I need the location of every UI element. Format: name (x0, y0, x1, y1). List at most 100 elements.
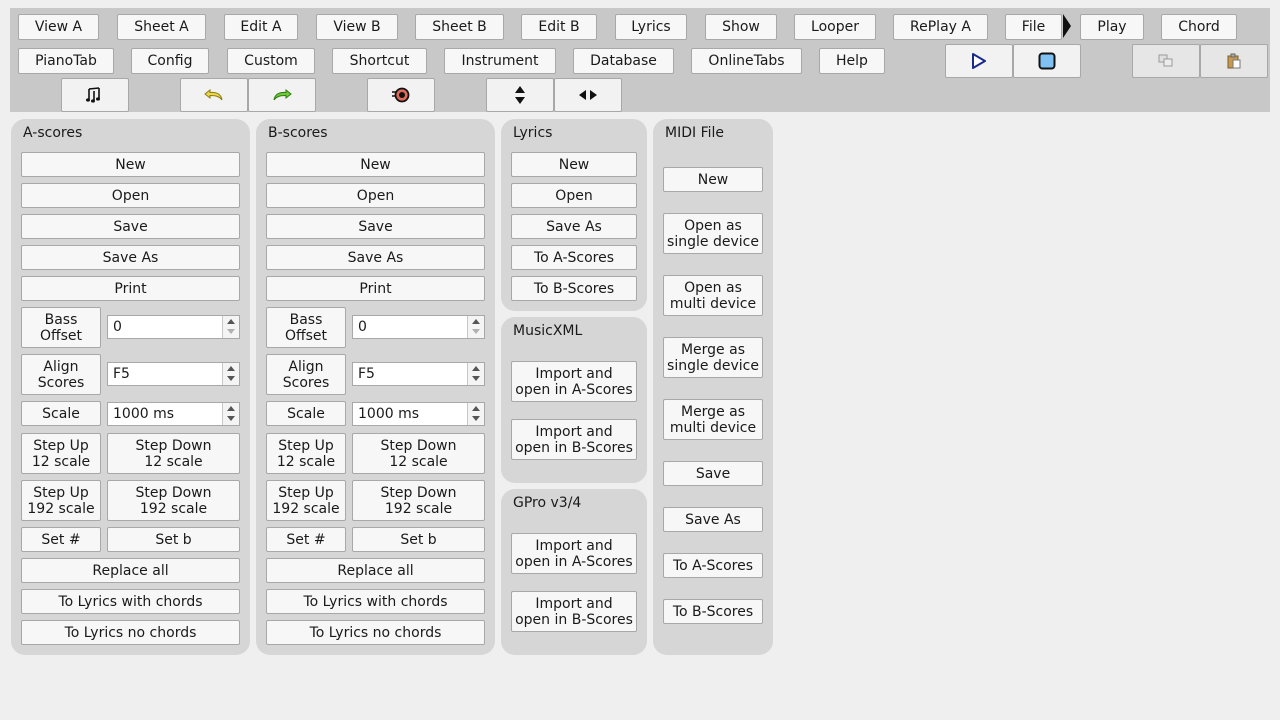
stop-button[interactable] (1013, 44, 1081, 78)
bscores-bass-offset-button[interactable]: Bass Offset (266, 307, 346, 348)
play-icon (971, 37, 987, 85)
spin-down-icon[interactable] (472, 329, 480, 334)
ascores-bass-offset-button[interactable]: Bass Offset (21, 307, 101, 348)
midi-open-multi-button[interactable]: Open as multi device (663, 275, 763, 316)
ascores-scale-button[interactable]: Scale (21, 401, 101, 426)
menu-config[interactable]: Config (131, 48, 209, 74)
bscores-to-lyrics-no-chords-button[interactable]: To Lyrics no chords (266, 620, 485, 645)
bscores-set-sharp-button[interactable]: Set # (266, 527, 346, 552)
lyrics-open-button[interactable]: Open (511, 183, 637, 208)
menu-database[interactable]: Database (573, 48, 674, 74)
bscores-align-scores-button[interactable]: Align Scores (266, 354, 346, 395)
bscores-save-button[interactable]: Save (266, 214, 485, 239)
bscores-scale-button[interactable]: Scale (266, 401, 346, 426)
ascores-to-lyrics-no-chords-button[interactable]: To Lyrics no chords (21, 620, 240, 645)
lyrics-title: Lyrics (513, 125, 553, 141)
spin-down-icon[interactable] (472, 416, 480, 421)
spin-down-icon[interactable] (472, 376, 480, 381)
menu-show[interactable]: Show (705, 14, 777, 40)
menu-custom[interactable]: Custom (227, 48, 315, 74)
menu-onlinetabs[interactable]: OnlineTabs (691, 48, 802, 74)
bscores-align-spinbox[interactable]: F5 (352, 362, 485, 386)
lyrics-save-as-button[interactable]: Save As (511, 214, 637, 239)
lyrics-to-bscores-button[interactable]: To B-Scores (511, 276, 637, 301)
ascores-save-button[interactable]: Save (21, 214, 240, 239)
ascores-step-down-12-button[interactable]: Step Down 12 scale (107, 433, 240, 474)
menu-view-b[interactable]: View B (316, 14, 398, 40)
spin-down-icon[interactable] (227, 416, 235, 421)
menu-edit-a[interactable]: Edit A (224, 14, 298, 40)
bscores-scale-spinbox[interactable]: 1000 ms (352, 402, 485, 426)
bscores-print-button[interactable]: Print (266, 276, 485, 301)
bscores-bass-offset-value: 0 (358, 319, 367, 335)
copy-button[interactable] (1132, 44, 1200, 78)
bscores-new-button[interactable]: New (266, 152, 485, 177)
ascores-step-up-12-button[interactable]: Step Up 12 scale (21, 433, 101, 474)
gpro-import-ascores-button[interactable]: Import and open in A-Scores (511, 533, 637, 574)
lyrics-new-button[interactable]: New (511, 152, 637, 177)
menu-shortcut[interactable]: Shortcut (332, 48, 427, 74)
midi-save-button[interactable]: Save (663, 461, 763, 486)
bscores-bass-offset-spinbox[interactable]: 0 (352, 315, 485, 339)
ascores-set-sharp-button[interactable]: Set # (21, 527, 101, 552)
spin-up-icon[interactable] (472, 319, 480, 324)
ascores-scale-spinbox[interactable]: 1000 ms (107, 402, 240, 426)
ascores-new-button[interactable]: New (21, 152, 240, 177)
vertical-resize-button[interactable] (486, 78, 554, 112)
bscores-set-flat-button[interactable]: Set b (352, 527, 485, 552)
bscores-save-as-button[interactable]: Save As (266, 245, 485, 270)
ascores-bass-offset-spinbox[interactable]: 0 (107, 315, 240, 339)
midi-to-bscores-button[interactable]: To B-Scores (663, 599, 763, 624)
bscores-replace-all-button[interactable]: Replace all (266, 558, 485, 583)
menu-help[interactable]: Help (819, 48, 885, 74)
midi-merge-multi-button[interactable]: Merge as multi device (663, 399, 763, 440)
spin-down-icon[interactable] (227, 329, 235, 334)
spin-up-icon[interactable] (472, 406, 480, 411)
bscores-step-down-12-button[interactable]: Step Down 12 scale (352, 433, 485, 474)
record-button[interactable] (367, 78, 435, 112)
midi-to-ascores-button[interactable]: To A-Scores (663, 553, 763, 578)
menu-edit-b[interactable]: Edit B (521, 14, 597, 40)
midi-save-as-button[interactable]: Save As (663, 507, 763, 532)
midi-open-single-button[interactable]: Open as single device (663, 213, 763, 254)
notes-button[interactable] (61, 78, 129, 112)
bscores-step-up-12-button[interactable]: Step Up 12 scale (266, 433, 346, 474)
menu-looper[interactable]: Looper (794, 14, 876, 40)
horizontal-resize-button[interactable] (554, 78, 622, 112)
ascores-print-button[interactable]: Print (21, 276, 240, 301)
spin-up-icon[interactable] (227, 366, 235, 371)
midi-merge-single-button[interactable]: Merge as single device (663, 337, 763, 378)
bscores-step-down-192-button[interactable]: Step Down 192 scale (352, 480, 485, 521)
spin-down-icon[interactable] (227, 376, 235, 381)
ascores-step-up-192-button[interactable]: Step Up 192 scale (21, 480, 101, 521)
ascores-set-flat-button[interactable]: Set b (107, 527, 240, 552)
spin-up-icon[interactable] (472, 366, 480, 371)
ascores-to-lyrics-chords-button[interactable]: To Lyrics with chords (21, 589, 240, 614)
menu-instrument[interactable]: Instrument (444, 48, 556, 74)
spin-up-icon[interactable] (227, 319, 235, 324)
undo-button[interactable] (180, 78, 248, 112)
paste-button[interactable] (1200, 44, 1268, 78)
menu-view-a[interactable]: View A (18, 14, 99, 40)
play-button[interactable] (945, 44, 1013, 78)
bscores-to-lyrics-chords-button[interactable]: To Lyrics with chords (266, 589, 485, 614)
spin-up-icon[interactable] (227, 406, 235, 411)
menu-lyrics[interactable]: Lyrics (615, 14, 687, 40)
ascores-save-as-button[interactable]: Save As (21, 245, 240, 270)
bscores-step-up-192-button[interactable]: Step Up 192 scale (266, 480, 346, 521)
menu-sheet-b[interactable]: Sheet B (415, 14, 504, 40)
menu-play[interactable]: Play (1080, 14, 1144, 40)
lyrics-to-ascores-button[interactable]: To A-Scores (511, 245, 637, 270)
ascores-align-spinbox[interactable]: F5 (107, 362, 240, 386)
ascores-open-button[interactable]: Open (21, 183, 240, 208)
bscores-open-button[interactable]: Open (266, 183, 485, 208)
musicxml-import-ascores-button[interactable]: Import and open in A-Scores (511, 361, 637, 402)
gpro-import-bscores-button[interactable]: Import and open in B-Scores (511, 591, 637, 632)
ascores-step-down-192-button[interactable]: Step Down 192 scale (107, 480, 240, 521)
midi-new-button[interactable]: New (663, 167, 763, 192)
redo-button[interactable] (248, 78, 316, 112)
ascores-align-scores-button[interactable]: Align Scores (21, 354, 101, 395)
menu-sheet-a[interactable]: Sheet A (117, 14, 206, 40)
musicxml-import-bscores-button[interactable]: Import and open in B-Scores (511, 419, 637, 460)
ascores-replace-all-button[interactable]: Replace all (21, 558, 240, 583)
